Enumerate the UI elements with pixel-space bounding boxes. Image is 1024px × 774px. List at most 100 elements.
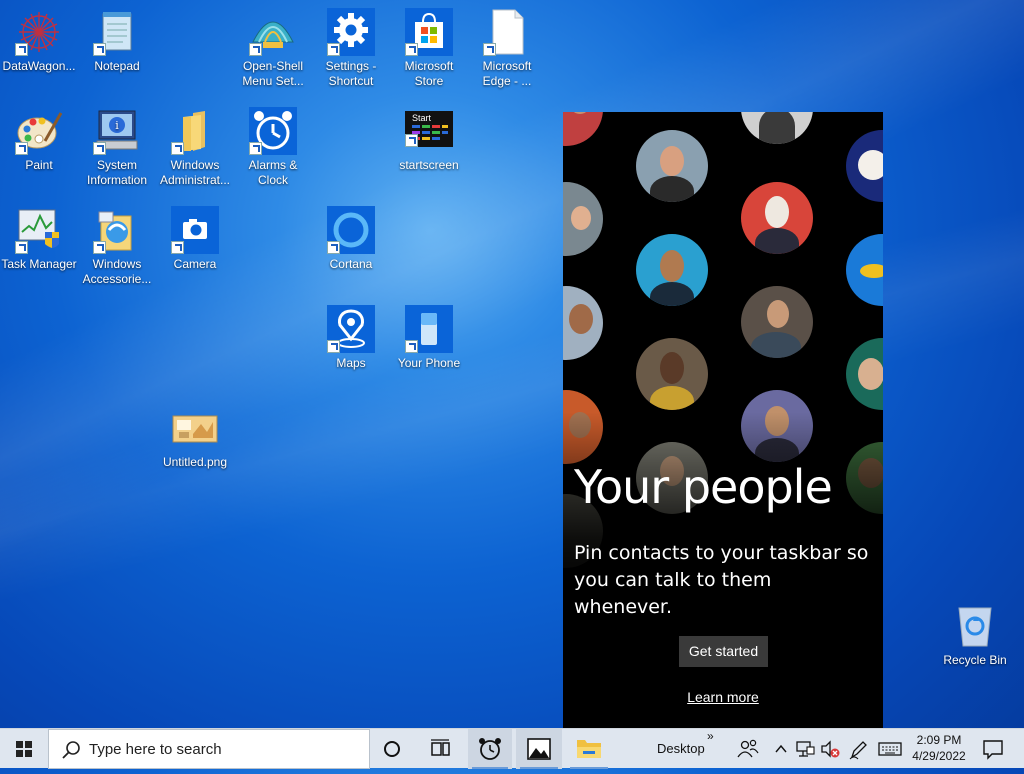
desktop-icon-camera[interactable]: Camera [156,206,234,272]
cortana-button[interactable] [372,729,412,769]
shortcut-arrow-icon [15,43,28,56]
windows-accessories-icon [93,206,141,254]
taskbar-app-alarms-clock[interactable] [468,729,512,769]
start-button[interactable] [0,729,48,769]
desktop-icon-windows-accessories[interactable]: Windows Accessorie... [78,206,156,287]
shortcut-arrow-icon [327,241,340,254]
contact-avatar [846,234,883,306]
desktop-icon-label: Microsoft Store [404,59,454,88]
desktop-icon-label: Alarms & Clock [248,158,298,187]
desktop-icon-label: Recycle Bin [943,653,1007,667]
paint-palette-icon [15,107,63,155]
desktop-icon-microsoft-store[interactable]: Microsoft Store [390,8,468,89]
taskbar: Type here to search Desktop » 2:09 PM 4/… [0,728,1024,769]
taskbar-app-photos[interactable] [516,729,562,769]
shortcut-arrow-icon [405,340,418,353]
contact-avatar [846,130,883,202]
touch-keyboard-button[interactable] [876,729,904,769]
desktop-icon-open-shell[interactable]: Open-Shell Menu Set... [234,8,312,89]
people-icon [737,739,759,758]
alarm-clock-icon [249,107,297,155]
desktop-icon-label: Microsoft Edge - ... [482,59,532,88]
contact-avatar [741,286,813,358]
desktop-icon-task-manager[interactable]: Task Manager [0,206,78,272]
action-center-button[interactable] [978,729,1008,769]
task-view-button[interactable] [420,729,460,769]
contact-avatar [563,286,603,360]
desktop-icon-windows-administrative[interactable]: Windows Administrat... [156,107,234,188]
desktop-icon-label: DataWagon... [2,59,76,73]
desktop-toolbar-label[interactable]: Desktop [657,741,705,756]
active-indicator [570,767,608,769]
desktop-icon-label: System Information [86,158,148,187]
shortcut-arrow-icon [405,134,418,147]
desktop-icon-label: Paint [25,158,53,172]
shortcut-arrow-icon [171,142,184,155]
clock-date: 4/29/2022 [912,749,966,763]
image-file-icon [171,404,219,452]
notepad-icon [93,8,141,56]
desktop-icon-cortana[interactable]: Cortana [312,206,390,272]
file-explorer-icon [577,740,601,758]
desktop-icon-recycle-bin[interactable]: Recycle Bin [936,602,1014,668]
desktop-icon-label: Your Phone [397,356,461,370]
taskbar-clock[interactable]: 2:09 PM 4/29/2022 [906,732,972,764]
open-shell-icon [249,8,297,56]
shortcut-arrow-icon [93,142,106,155]
cortana-icon [384,741,400,757]
system-information-icon: i [93,107,141,155]
desktop-icon-label: Untitled.png [162,455,228,469]
windows-ink-button[interactable] [846,729,870,769]
desktop-icon-label: Task Manager [1,257,77,271]
desktop-icon-paint[interactable]: Paint [0,107,78,173]
desktop-icon-startscreen[interactable]: Start startscreen [390,107,468,173]
people-flyout: Your people Pin contacts to your taskbar… [563,112,883,728]
contact-avatar [636,234,708,306]
store-bag-icon [405,8,453,56]
desktop-icon-your-phone[interactable]: Your Phone [390,305,468,371]
gear-icon [327,8,375,56]
desktop-icon-maps[interactable]: Maps [312,305,390,371]
desktop-icon-notepad[interactable]: Notepad [78,8,156,74]
task-manager-icon [15,206,63,254]
desktop-icon-label: Open-Shell Menu Set... [242,59,304,88]
shortcut-arrow-icon [15,241,28,254]
network-button[interactable] [794,729,816,769]
shortcut-arrow-icon [93,43,106,56]
camera-icon [171,206,219,254]
clock-time: 2:09 PM [916,733,962,747]
learn-more-link[interactable]: Learn more [563,689,883,705]
active-indicator [472,767,508,769]
toolbar-overflow-chevron[interactable]: » [707,729,714,743]
shortcut-arrow-icon [93,241,106,254]
get-started-button[interactable]: Get started [679,636,768,667]
desktop-icon-settings[interactable]: Settings - Shortcut [312,8,390,89]
desktop-icon-system-information[interactable]: i System Information [78,107,156,188]
desktop-icon-label: Settings - Shortcut [325,59,377,88]
windows-start-icon [16,741,32,757]
desktop-icon-label: startscreen [399,158,459,172]
show-hidden-icons-button[interactable] [772,729,790,769]
volume-muted-icon [821,740,840,758]
contact-avatar [636,338,708,410]
shortcut-arrow-icon [405,43,418,56]
desktop-icon-datawagon[interactable]: DataWagon... [0,8,78,74]
desktop-icon-label: Notepad [94,59,140,73]
startscreen-thumbnail-icon: Start [405,111,453,147]
desktop-icon-alarms-clock[interactable]: Alarms & Clock [234,107,312,188]
search-placeholder: Type here to search [89,741,222,758]
taskbar-search-box[interactable]: Type here to search [48,729,370,769]
shortcut-arrow-icon [327,340,340,353]
taskbar-app-file-explorer[interactable] [566,729,612,769]
desktop-icon-label: Windows Administrat... [159,158,231,187]
shortcut-arrow-icon [249,43,262,56]
desktop-icon-untitled-png[interactable]: Untitled.png [156,404,234,470]
contact-avatar [563,112,603,146]
volume-button[interactable] [818,729,842,769]
photos-icon [527,738,551,760]
desktop-icon-microsoft-edge[interactable]: Microsoft Edge - ... [468,8,546,89]
recycle-bin-icon [951,602,999,650]
phone-icon [405,305,453,353]
people-button[interactable] [734,729,762,769]
pen-icon [849,741,867,760]
